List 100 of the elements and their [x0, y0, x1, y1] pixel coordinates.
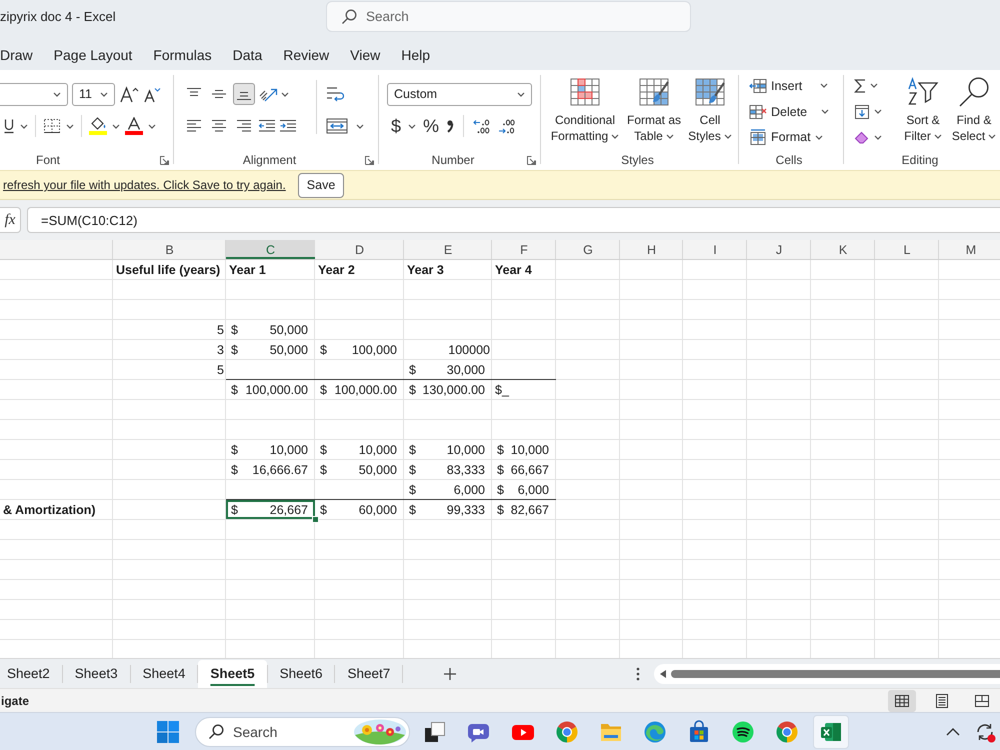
ribbon-tab[interactable]: Help [401, 44, 430, 64]
chevron-down-icon[interactable] [820, 83, 828, 88]
table-cell[interactable]: $ 6,000 [404, 480, 492, 499]
decrease-indent-icon[interactable] [258, 119, 276, 133]
grow-font-icon[interactable] [119, 85, 139, 103]
table-cell[interactable]: $_ [492, 380, 556, 399]
table-cell[interactable]: 5 [113, 320, 226, 339]
table-cell[interactable]: 5 [113, 360, 226, 379]
ribbon-tab[interactable]: Data [232, 44, 262, 64]
percent-style-button[interactable]: % [423, 115, 440, 137]
chevron-down-icon[interactable] [814, 134, 823, 140]
chevron-down-icon[interactable] [356, 124, 364, 128]
table-cell[interactable]: $ 10,000 [492, 440, 556, 459]
search-field[interactable]: Search [326, 1, 691, 32]
table-cell[interactable]: Year 3 [404, 260, 492, 279]
fill-down-icon[interactable] [854, 104, 870, 120]
sheet-tab[interactable]: Sheet2 [0, 660, 62, 688]
column-header[interactable]: G [556, 240, 620, 259]
table-cell[interactable]: $ 100,000.00 [226, 380, 315, 399]
table-cell[interactable]: $ 50,000 [315, 460, 404, 479]
table-cell[interactable]: $ 50,000 [226, 320, 315, 339]
column-header[interactable]: D [315, 240, 404, 259]
column-header[interactable]: B [113, 240, 226, 259]
table-cell[interactable]: $ 6,000 [492, 480, 556, 499]
table-cell[interactable]: $ 83,333 [404, 460, 492, 479]
insert-function-button[interactable]: fx [0, 207, 21, 233]
chevron-down-icon[interactable] [112, 124, 120, 128]
chevron-down-icon[interactable] [20, 124, 28, 128]
launcher-icon[interactable] [365, 156, 374, 164]
column-header[interactable]: M [939, 240, 1000, 259]
chevron-up-icon[interactable] [946, 727, 960, 736]
ribbon-tab[interactable]: Formulas [153, 44, 212, 64]
table-cell[interactable]: $ 66,667 [492, 460, 556, 479]
accounting-format-button[interactable]: $ [391, 115, 402, 137]
chevron-down-icon[interactable] [408, 124, 416, 128]
column-header[interactable]: H [620, 240, 683, 259]
table-cell[interactable]: $ 99,333 [404, 500, 492, 519]
chevron-down-icon[interactable] [870, 83, 878, 88]
ribbon-tab[interactable]: View [350, 44, 380, 64]
cells-button[interactable]: Format [749, 126, 811, 148]
formula-field[interactable]: =SUM(C10:C12) [27, 207, 1000, 233]
scrollbar-thumb[interactable] [671, 670, 1000, 678]
column-header[interactable]: I [683, 240, 747, 259]
table-cell[interactable]: $ 10,000 [315, 440, 404, 459]
table-cell[interactable]: Year 1 [226, 260, 315, 279]
table-cell[interactable]: $ 130,000.00 [404, 380, 492, 399]
selected-cell[interactable]: $ 26,667 [226, 500, 315, 519]
launcher-icon[interactable] [160, 156, 170, 164]
shrink-font-icon[interactable] [143, 85, 161, 103]
style-button[interactable]: Conditional Formatting [547, 70, 623, 144]
ribbon-tab[interactable]: Page Layout [54, 44, 132, 64]
column-header[interactable]: J [747, 240, 811, 259]
chevron-down-icon[interactable] [874, 134, 882, 140]
plus-icon[interactable] [443, 666, 458, 680]
merge-cells-icon[interactable] [326, 118, 348, 134]
column-header[interactable]: E [404, 240, 492, 259]
sheet-tab[interactable]: Sheet4 [130, 660, 198, 688]
table-cell[interactable]: $ 82,667 [492, 500, 556, 519]
left-arrow-icon[interactable] [660, 670, 666, 678]
table-cell[interactable]: $ 30,000 [404, 360, 492, 379]
table-cell[interactable]: $ 10,000 [404, 440, 492, 459]
eraser-icon[interactable] [854, 130, 870, 144]
table-cell[interactable]: & Amortization) [0, 500, 113, 519]
chevron-down-icon[interactable] [821, 109, 830, 114]
number-format-field[interactable]: Custom [387, 82, 532, 106]
more-options-icon[interactable] [636, 666, 640, 680]
comma-style-icon[interactable] [446, 119, 454, 133]
taskbar-search-field[interactable]: Search [195, 716, 410, 746]
ribbon-tab[interactable]: Draw [0, 44, 33, 64]
cells-button[interactable]: Insert [749, 74, 802, 97]
increase-indent-icon[interactable] [279, 119, 297, 133]
horizontal-scrollbar[interactable] [654, 664, 1000, 684]
table-cell[interactable]: $ 50,000 [226, 340, 315, 359]
font-name-field[interactable] [0, 82, 68, 106]
editing-button[interactable]: Sort & Filter [900, 70, 946, 144]
editing-button[interactable]: Find & Select [950, 70, 998, 144]
chevron-down-icon[interactable] [66, 124, 74, 128]
save-button[interactable]: Save [298, 172, 344, 198]
fill-handle[interactable] [312, 516, 319, 523]
cells-button[interactable]: Delete [749, 100, 808, 122]
table-cell[interactable]: $ 100,000 [315, 340, 404, 359]
sheet-tab[interactable]: Sheet3 [62, 660, 130, 688]
column-header[interactable]: C [226, 240, 315, 259]
sigma-icon[interactable] [854, 78, 866, 94]
borders-icon[interactable] [43, 118, 61, 134]
align-bottom-button[interactable] [233, 83, 255, 105]
table-cell[interactable]: $ 16,666.67 [226, 460, 315, 479]
view-button[interactable] [888, 690, 916, 712]
table-cell[interactable]: 100000 [404, 340, 492, 359]
message-link[interactable]: refresh your file with updates. Click Save to try again. [3, 178, 286, 192]
wrap-text-icon[interactable] [326, 85, 344, 103]
decrease-decimal-icon[interactable] [498, 118, 516, 134]
table-cell[interactable]: Useful life (years) [113, 260, 226, 279]
table-cell[interactable]: $ 10,000 [226, 440, 315, 459]
style-button[interactable]: Cell Styles [685, 70, 735, 144]
style-button[interactable]: Format as Table [625, 70, 683, 144]
table-cell[interactable]: Year 4 [492, 260, 556, 279]
increase-decimal-icon[interactable] [473, 118, 492, 134]
table-cell[interactable]: Year 2 [315, 260, 404, 279]
sheet-tab[interactable]: Sheet5 [198, 660, 267, 688]
